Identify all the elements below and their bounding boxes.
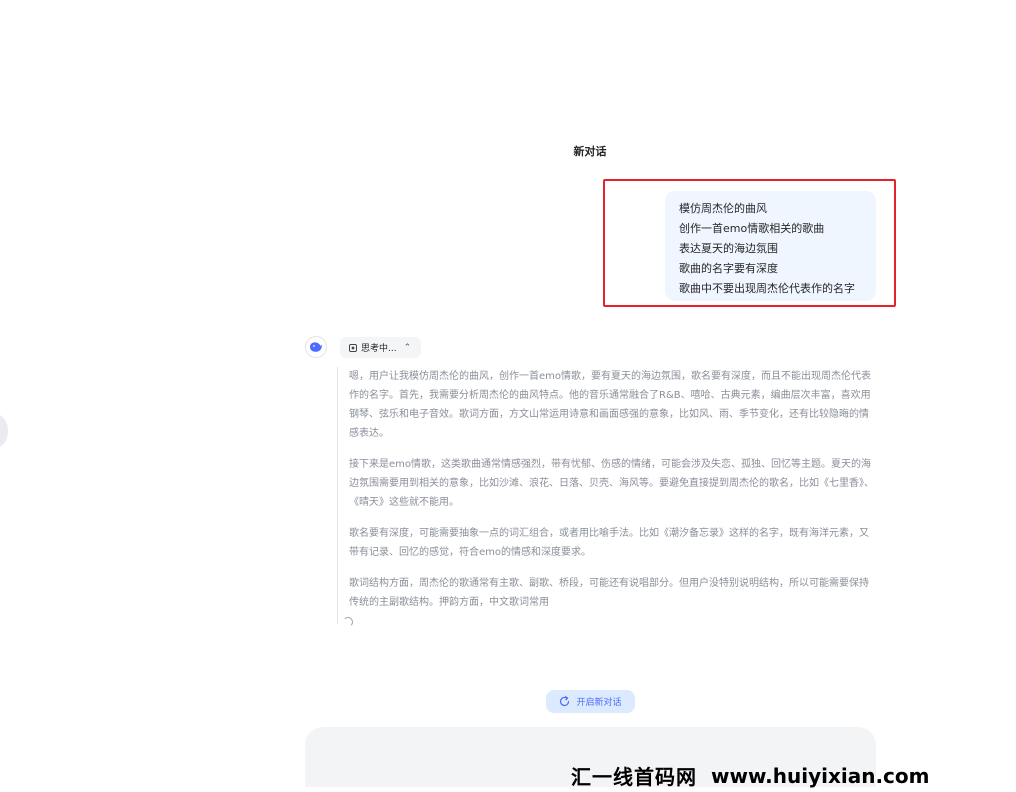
new-chat-icon	[560, 696, 570, 707]
thinking-toggle[interactable]: 思考中... ⌃	[340, 337, 422, 358]
user-message-line: 歌曲的名字要有深度	[679, 262, 778, 275]
reasoning-paragraph: 嗯，用户让我模仿周杰伦的曲风，创作一首emo情歌，要有夏天的海边氛围，歌名要有深…	[349, 371, 872, 439]
new-chat-button[interactable]: 开启新对话	[546, 690, 635, 713]
loading-spinner-icon	[343, 617, 353, 627]
chevron-up-icon: ⌃	[403, 342, 412, 353]
thinking-icon	[349, 343, 357, 352]
thinking-label: 思考中...	[361, 344, 397, 354]
new-chat-label: 开启新对话	[576, 698, 622, 708]
user-message-line: 模仿周杰伦的曲风	[679, 202, 767, 215]
watermark-cn-text: 汇一线首码网	[571, 765, 697, 789]
reasoning-paragraph: 歌词结构方面，周杰伦的歌通常有主歌、副歌、桥段，可能还有说唱部分。但用户没特别说…	[349, 578, 869, 608]
sidebar-toggle-handle[interactable]	[0, 412, 8, 450]
whale-logo-icon	[310, 342, 322, 352]
site-watermark: 汇一线首码网 www.huiyixian.com	[571, 759, 1016, 792]
assistant-avatar	[305, 336, 327, 358]
reasoning-block: 嗯，用户让我模仿周杰伦的曲风，创作一首emo情歌，要有夏天的海边氛围，歌名要有深…	[337, 367, 875, 624]
watermark-url-text: www.huiyixian.com	[711, 763, 930, 788]
reasoning-paragraph: 接下来是emo情歌，这类歌曲通常情感强烈，带有忧郁、伤感的情绪，可能会涉及失恋、…	[349, 459, 874, 508]
user-message-line: 创作一首emo情歌相关的歌曲	[679, 222, 825, 235]
user-message-bubble: 模仿周杰伦的曲风 创作一首emo情歌相关的歌曲 表达夏天的海边氛围 歌曲的名字要…	[665, 191, 876, 301]
reasoning-paragraph: 歌名要有深度，可能需要抽象一点的词汇组合，或者用比喻手法。比如《潮汐备忘录》这样…	[349, 528, 869, 558]
user-message-line: 表达夏天的海边氛围	[679, 242, 778, 255]
user-message-line: 歌曲中不要出现周杰伦代表作的名字	[679, 282, 855, 295]
conversation-title: 新对话	[573, 145, 607, 158]
